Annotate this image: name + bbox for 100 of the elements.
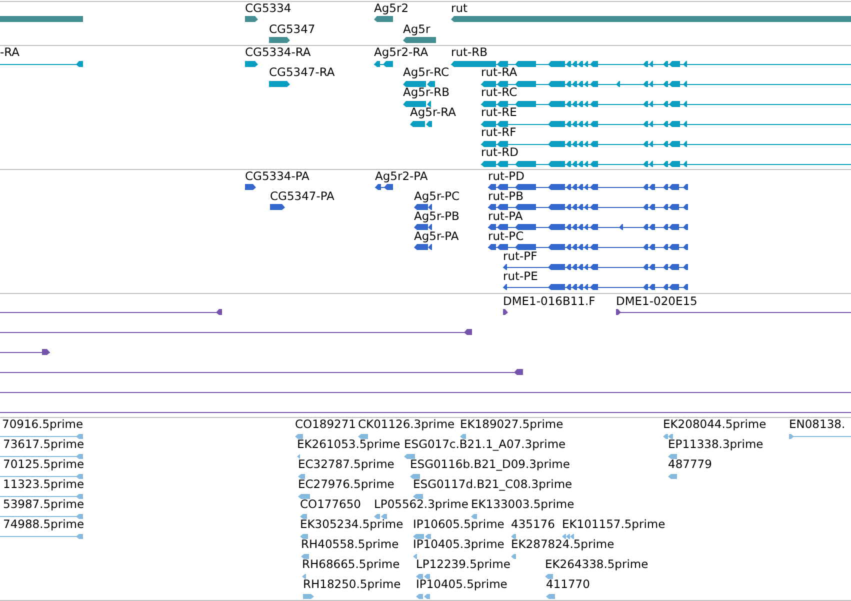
protein-label: rut-PC (488, 230, 524, 243)
est-alignment (511, 554, 516, 559)
est-label: CK01126.3prime (358, 418, 455, 431)
est-label: EK305234.5prime (300, 518, 404, 531)
est-label: CO189271 (295, 418, 356, 431)
est-alignment (460, 434, 466, 439)
est-label: EK133003.5prime (471, 498, 574, 511)
transcript-label: rut-RE (481, 106, 517, 119)
est-alignment (410, 474, 420, 479)
est-label: EC32787.5prime (298, 458, 394, 471)
protein-label: rut-PD (488, 170, 524, 183)
gene-label: CG5347 (269, 23, 316, 36)
protein-label: rut-PA (488, 210, 523, 223)
protein-model (414, 204, 432, 210)
est-label: EK264338.5prime (545, 558, 648, 571)
est-alignment (545, 574, 553, 579)
est-alignment (663, 434, 673, 439)
gene-label: rut (451, 2, 468, 15)
transcript-label: CG5347-RA (269, 66, 335, 79)
est-label: EN08138. (789, 418, 846, 431)
clone-alignment (503, 309, 508, 315)
transcript-model (410, 121, 432, 127)
protein-label: CG5334-PA (245, 170, 310, 183)
protein-label: Ag5r-PA (414, 230, 459, 243)
est-label: IP10405.3prime (413, 538, 504, 551)
est-alignment (374, 514, 387, 519)
est-alignment (511, 534, 516, 539)
transcript-label: Ag5r2-RA (374, 46, 428, 59)
protein-label: Ag5r2-PA (375, 170, 428, 183)
est-alignment (413, 494, 423, 499)
est-label: 53987.5prime (3, 498, 84, 511)
protein-model (270, 204, 285, 210)
est-label: EK261053.5prime (297, 438, 400, 451)
est-alignment (358, 434, 368, 439)
est-label: RH68665.5prime (302, 558, 400, 571)
est-label: 70916.5prime (2, 418, 84, 431)
est-label: EK208044.5prime (663, 418, 766, 431)
gene-label: CG5334 (245, 2, 292, 15)
gene-label: Ag5r2 (374, 2, 409, 15)
transcript-model (403, 101, 431, 107)
est-label: 11323.5prime (3, 478, 84, 491)
est-label: LP05562.3prime (374, 498, 468, 511)
clone-label: DME1-016B11.F (503, 295, 596, 308)
est-alignment (413, 534, 431, 539)
est-label: RH40558.5prime (301, 538, 399, 551)
est-label: 74988.5prime (3, 518, 84, 531)
est-alignment (404, 454, 415, 459)
transcript-label: Ag5r-RB (403, 86, 450, 99)
protein-label: rut-PB (488, 190, 524, 203)
est-alignment (668, 454, 677, 459)
transcript-label: Ag5r-RA (410, 106, 456, 119)
clone-label: DME1-020E15 (616, 295, 698, 308)
transcript-label: CG5334-RA (245, 46, 311, 59)
est-label: EK287824.5prime (511, 538, 614, 551)
transcript-label: rut-RF (481, 126, 516, 139)
transcript-label: Ag5r-RC (403, 66, 450, 79)
transcript-label: rut-RC (481, 86, 518, 99)
gene-bar (403, 37, 436, 43)
est-alignment (562, 534, 574, 539)
est-alignment (302, 574, 306, 579)
est-alignment (471, 514, 477, 519)
est-alignment (298, 474, 305, 479)
est-alignment (413, 554, 417, 559)
est-label: 70125.5prime (3, 458, 84, 471)
est-alignment (301, 554, 309, 559)
protein-model (375, 184, 393, 190)
est-label: RH18250.5prime (303, 578, 401, 591)
est-alignment (303, 594, 314, 599)
protein-model (245, 184, 256, 190)
est-label: 73617.5prime (3, 438, 84, 451)
clone-alignment (0, 349, 50, 355)
est-label: IP10405.5prime (416, 578, 508, 591)
protein-label: Ag5r-PC (414, 190, 460, 203)
est-label: ESG0117d.B21_C08.3prime (413, 478, 572, 491)
est-alignment (300, 514, 307, 519)
est-alignment (668, 474, 677, 479)
transcript-label: rut-RB (451, 46, 488, 59)
est-label: ESG017c.B21.1_A07.3prime (404, 438, 566, 451)
est-alignment (789, 434, 851, 439)
est-alignment (300, 534, 308, 539)
protein-label: rut-PF (503, 250, 538, 263)
est-label: 435176 (511, 518, 555, 531)
transcript-label: -RA (0, 46, 20, 59)
gene-label: Ag5r (403, 23, 430, 36)
gene-bar (269, 37, 290, 43)
est-label: 487779 (668, 458, 712, 471)
est-alignment (297, 454, 300, 459)
gene-bar (245, 16, 258, 22)
est-label: CO177650 (300, 498, 361, 511)
transcript-model (269, 81, 290, 87)
transcript-label: rut-RA (481, 66, 518, 79)
est-label: LP12239.5prime (416, 558, 510, 571)
protein-model (414, 244, 432, 250)
transcript-model (245, 61, 258, 67)
est-alignment (416, 574, 430, 579)
est-label: ESG0116b.B21_D09.3prime (410, 458, 570, 471)
protein-label: rut-PE (503, 270, 538, 283)
protein-model (414, 224, 432, 230)
protein-label: Ag5r-PB (414, 210, 460, 223)
transcript-model (403, 81, 435, 87)
